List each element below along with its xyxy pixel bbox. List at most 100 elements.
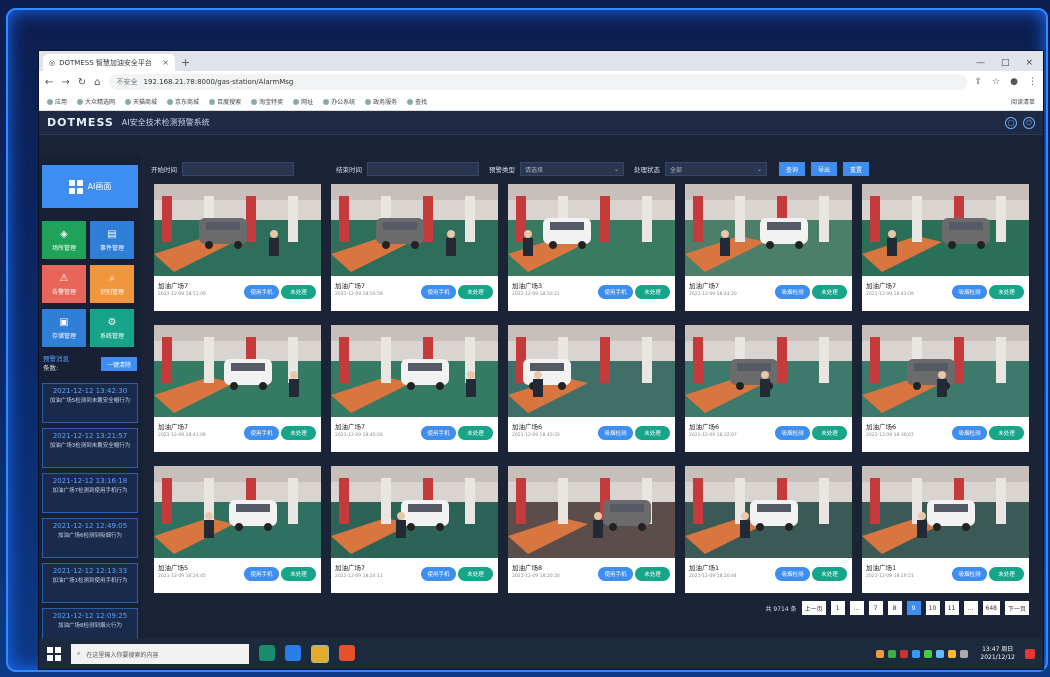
clear-all-button[interactable]: 一键清除	[101, 357, 137, 371]
app-icon[interactable]	[259, 645, 275, 661]
next-page-button[interactable]: 下一页	[1004, 601, 1029, 615]
page-button[interactable]: ...	[849, 601, 864, 615]
sidebar-item[interactable]: ⚙ 系统管理	[90, 309, 134, 347]
alarm-snapshot[interactable]	[862, 466, 1029, 558]
tray-icon[interactable]	[912, 650, 921, 658]
alarm-card[interactable]: 加油广场1 2021-12-09 18:19:51 吸烟检测 未处理	[862, 466, 1029, 593]
alarm-snapshot[interactable]	[331, 184, 498, 276]
minimize-icon[interactable]: —	[976, 58, 985, 68]
alarm-type-tag[interactable]: 吸烟检测	[952, 567, 987, 581]
sidebar-item[interactable]: ▤ 事件管理	[90, 221, 134, 259]
bookmark-item[interactable]: 网址	[293, 97, 313, 106]
alarm-snapshot[interactable]	[508, 325, 675, 417]
page-button[interactable]: ...	[963, 601, 978, 615]
alarm-type-tag[interactable]: 使用手机	[244, 426, 279, 440]
bookmark-item[interactable]: 天猫商城	[125, 97, 157, 106]
edge-icon[interactable]	[285, 645, 301, 661]
status-badge[interactable]: 未处理	[458, 567, 493, 581]
alarm-snapshot[interactable]	[154, 325, 321, 417]
windows-start-icon[interactable]	[47, 647, 61, 661]
status-badge[interactable]: 未处理	[281, 426, 316, 440]
alarm-snapshot[interactable]	[685, 184, 852, 276]
end-time-input[interactable]	[367, 162, 479, 176]
alarm-card[interactable]: 加油广场7 2021-12-09 18:51:09 使用手机 未处理	[154, 184, 321, 311]
tray-icon[interactable]	[960, 650, 969, 658]
alarm-card[interactable]: 加油广场7 2021-12-09 18:40:56 使用手机 未处理	[331, 325, 498, 452]
alarm-card[interactable]: 加油广场7 2021-12-09 18:24:11 使用手机 未处理	[331, 466, 498, 593]
reset-button[interactable]: 重置	[843, 162, 869, 176]
bookmark-item[interactable]: 淘宝特卖	[251, 97, 283, 106]
bookmark-item[interactable]: 办公系统	[323, 97, 355, 106]
status-badge[interactable]: 未处理	[989, 285, 1024, 299]
alarm-type-tag[interactable]: 吸烟检测	[952, 285, 987, 299]
home-icon[interactable]: ⌂	[94, 77, 100, 88]
sidebar-item-ai-view[interactable]: AI画面	[42, 165, 138, 208]
menu-icon[interactable]: ⋮	[1028, 77, 1037, 87]
alarm-type-tag[interactable]: 使用手机	[598, 567, 633, 581]
alarm-item[interactable]: 2021-12-12 12:13:33 加油广场1检测到使用手机行为	[42, 563, 138, 603]
alarm-card[interactable]: 加油广场7 2021-12-09 18:44:20 吸烟检测 未处理	[685, 184, 852, 311]
alarm-snapshot[interactable]	[685, 466, 852, 558]
tray-icon[interactable]	[900, 650, 909, 658]
status-badge[interactable]: 未处理	[989, 567, 1024, 581]
page-button[interactable]: 9	[906, 601, 921, 615]
alarm-type-tag[interactable]: 吸烟检测	[598, 426, 633, 440]
alarm-type-tag[interactable]: 使用手机	[421, 567, 456, 581]
alarm-type-tag[interactable]: 吸烟检测	[775, 426, 810, 440]
clock[interactable]: 13:47 周日 2021/12/12	[980, 646, 1015, 662]
forward-icon[interactable]: →	[61, 77, 69, 88]
alarm-item[interactable]: 2021-12-12 12:49:05 加油广场6检测到吸烟行为	[42, 518, 138, 558]
alarm-type-tag[interactable]: 使用手机	[244, 567, 279, 581]
status-badge[interactable]: 未处理	[281, 285, 316, 299]
maximize-icon[interactable]: □	[1001, 58, 1010, 68]
alarm-card[interactable]: 加油广场3 2021-12-09 18:50:21 使用手机 未处理	[508, 184, 675, 311]
page-button[interactable]: 1	[830, 601, 845, 615]
profile-icon[interactable]: ●	[1010, 77, 1018, 87]
tray-icon[interactable]	[936, 650, 945, 658]
alarm-snapshot[interactable]	[508, 466, 675, 558]
alarm-card[interactable]: 加油广场6 2021-12-09 18:30:07 吸烟检测 未处理	[862, 325, 1029, 452]
alarm-type-tag[interactable]: 使用手机	[421, 285, 456, 299]
alarm-snapshot[interactable]	[154, 184, 321, 276]
bookmark-item[interactable]: 大众精选网	[77, 97, 115, 106]
alarm-card[interactable]: 加油广场5 2021-12-09 18:24:45 使用手机 未处理	[154, 466, 321, 593]
bookmark-item[interactable]: 京东商城	[167, 97, 199, 106]
sidebar-item[interactable]: ⌕ 识别管理	[90, 265, 134, 303]
status-badge[interactable]: 未处理	[635, 567, 670, 581]
prev-page-button[interactable]: 上一页	[801, 601, 826, 615]
alarm-card[interactable]: 加油广场6 2021-12-09 18:32:07 吸烟检测 未处理	[685, 325, 852, 452]
alarm-type-tag[interactable]: 吸烟检测	[775, 567, 810, 581]
sidebar-item[interactable]: ▣ 存储管理	[42, 309, 86, 347]
new-tab-icon[interactable]: +	[181, 56, 190, 71]
notification-icon[interactable]	[1025, 649, 1035, 659]
export-button[interactable]: 导出	[811, 162, 837, 176]
page-button[interactable]: 648	[982, 601, 1000, 615]
start-time-input[interactable]	[182, 162, 294, 176]
alarm-item[interactable]: 2021-12-12 13:16:18 加油广场7检测到使用手机行为	[42, 473, 138, 513]
tray-icon[interactable]	[948, 650, 957, 658]
alarm-snapshot[interactable]	[331, 325, 498, 417]
tray-icon[interactable]	[876, 650, 885, 658]
page-button[interactable]: 8	[887, 601, 902, 615]
bookmark-item[interactable]: 查找	[407, 97, 427, 106]
status-select[interactable]: 全部 ⌄	[665, 162, 767, 176]
chrome-icon[interactable]	[311, 645, 329, 663]
page-button[interactable]: 7	[868, 601, 883, 615]
alarm-type-tag[interactable]: 使用手机	[421, 426, 456, 440]
status-badge[interactable]: 未处理	[281, 567, 316, 581]
address-bar[interactable]: 不安全 192.168.21.78:8000/gas-station/Alarm…	[108, 74, 967, 90]
alarm-card[interactable]: 加油广场7 2021-12-09 18:41:09 使用手机 未处理	[154, 325, 321, 452]
alarm-type-tag[interactable]: 吸烟检测	[775, 285, 810, 299]
reload-icon[interactable]: ↻	[78, 77, 86, 88]
power-icon[interactable]: ⏻	[1023, 116, 1035, 129]
alarm-type-tag[interactable]: 吸烟检测	[952, 426, 987, 440]
status-badge[interactable]: 未处理	[812, 285, 847, 299]
reading-list[interactable]: 阅读清单	[1011, 97, 1035, 106]
alarm-card[interactable]: 加油广场1 2021-12-09 18:20:44 吸烟检测 未处理	[685, 466, 852, 593]
status-badge[interactable]: 未处理	[458, 426, 493, 440]
close-window-icon[interactable]: ×	[1025, 58, 1033, 68]
tray-icon[interactable]	[888, 650, 897, 658]
fullscreen-icon[interactable]: ▢	[1005, 116, 1017, 129]
alarm-snapshot[interactable]	[154, 466, 321, 558]
alarm-item[interactable]: 2021-12-12 13:21:57 加油广场3检测到未戴安全帽行为	[42, 428, 138, 468]
